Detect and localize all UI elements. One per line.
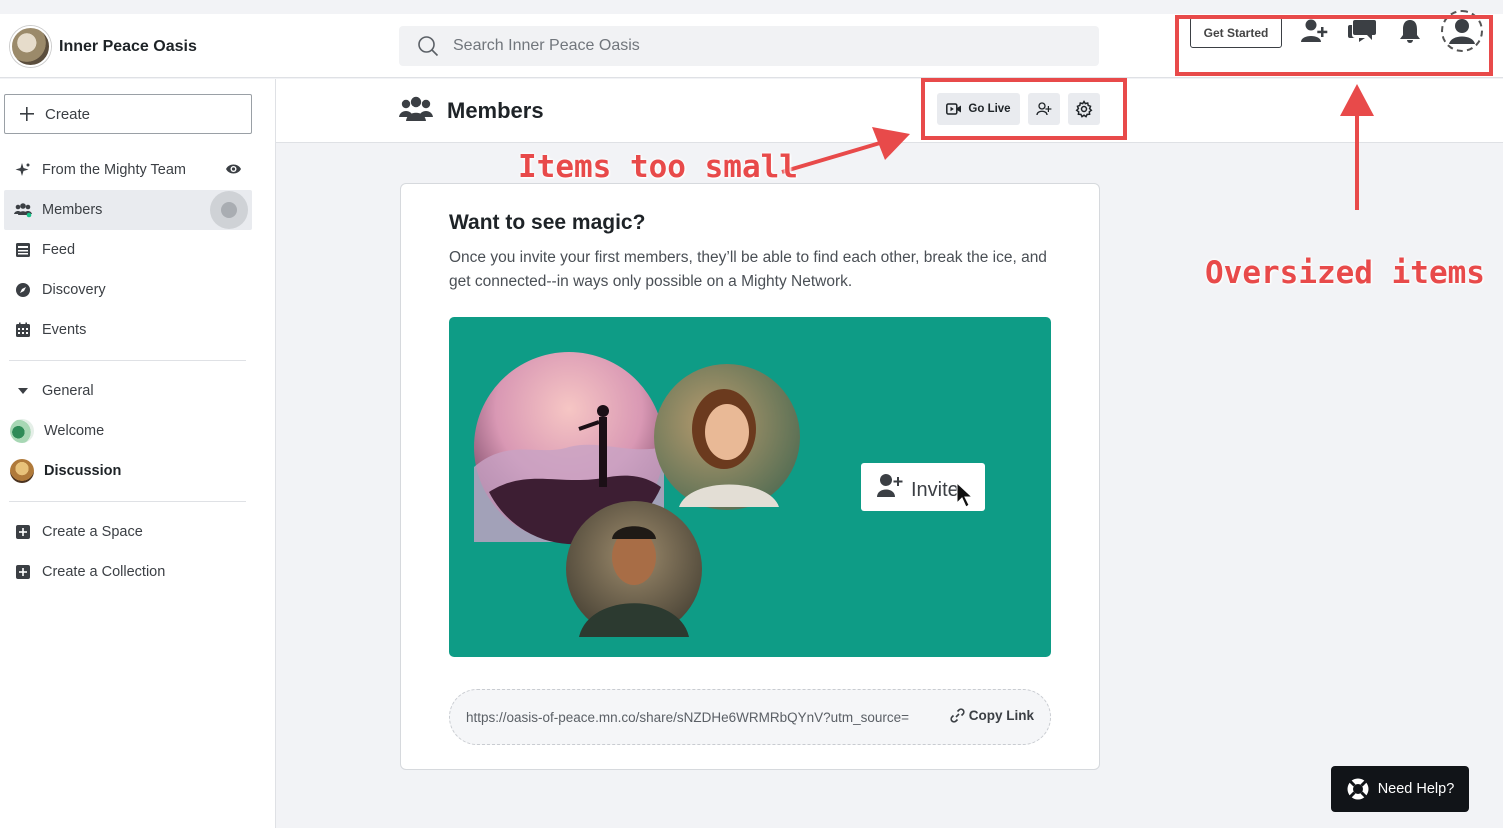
annotation-arrows bbox=[781, 84, 1374, 210]
annotation-items-too-small: Items too small bbox=[518, 149, 798, 185]
arrow-small bbox=[781, 127, 910, 174]
arrow-oversized bbox=[1340, 84, 1374, 210]
annotation-oversized-items: Oversized items bbox=[1205, 255, 1485, 291]
